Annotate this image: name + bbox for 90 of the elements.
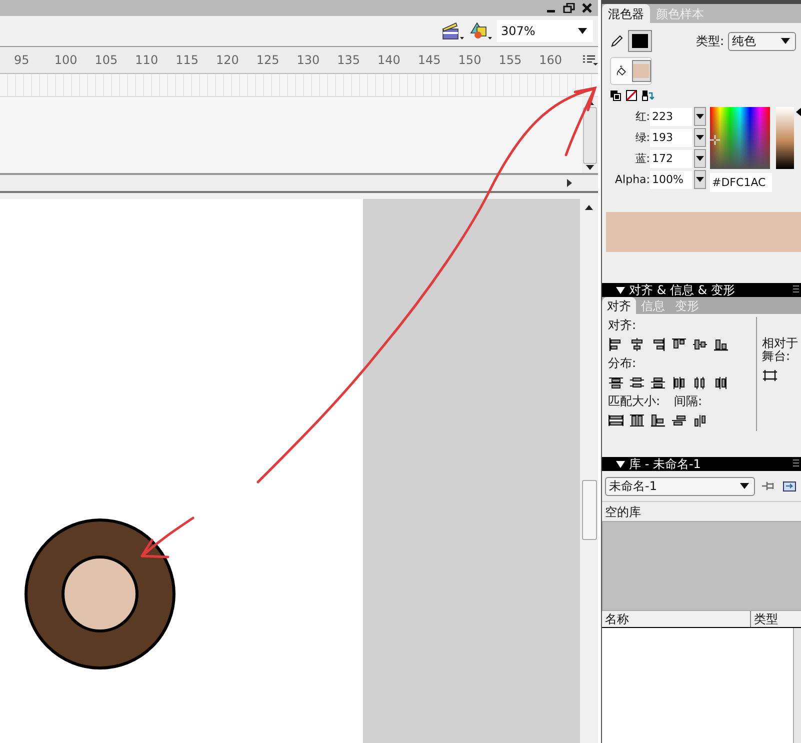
grip-icon[interactable] [792,285,800,295]
value-field[interactable]: 223 [650,108,692,126]
paint-bucket-icon[interactable] [616,64,627,78]
slider-button[interactable] [694,107,706,126]
panel-tab[interactable]: 混色器 [602,4,650,23]
stroke-color-swatch[interactable] [628,30,652,52]
dropdown-arrow-icon[interactable] [696,177,704,182]
align-icon[interactable] [713,338,729,350]
panel-menu-icon[interactable] [582,54,598,66]
spacing-icon[interactable] [671,414,687,426]
distribute-icon[interactable] [671,376,687,388]
color-spectrum[interactable] [710,107,770,169]
panel-header[interactable]: 库 - 未命名-1 [602,457,801,471]
slider-button[interactable] [694,128,706,147]
distribute-icon[interactable] [650,376,666,388]
brightness-bar[interactable] [776,107,794,169]
collapse-icon[interactable] [616,460,625,468]
frame-number: 135 [337,53,362,67]
column-header[interactable]: 类型 [751,611,778,627]
section-label: 分布: [608,355,638,371]
slider-button[interactable] [694,149,706,168]
shapes-icon[interactable] [469,21,493,41]
channel-label: 蓝: [634,151,650,166]
annotation-arrow [140,516,194,558]
panel-tab[interactable]: 对齐 [602,297,636,314]
frame-number: 155 [498,53,523,67]
section-label: 相对于舞台: [762,337,799,363]
channel-label: 红: [634,109,650,124]
frame-number: 150 [458,53,482,67]
value-field[interactable]: 100% [650,170,692,188]
new-library-icon[interactable] [783,479,797,493]
frame-number: 125 [256,53,280,67]
frame-number: 105 [94,53,119,67]
no-color-icon[interactable] [626,90,637,100]
scroll-right-icon[interactable] [567,179,572,187]
zoom-dropdown[interactable]: 307% [497,20,593,42]
frame-number: 130 [296,53,321,67]
scroll-thumb[interactable] [583,106,597,164]
distribute-icon[interactable] [608,376,624,388]
spacing-icon[interactable] [692,414,708,426]
slider-button[interactable] [694,170,706,189]
clapperboard-icon[interactable] [441,21,465,41]
distribute-icon[interactable] [713,376,729,388]
pencil-icon[interactable] [610,34,624,48]
type-dropdown[interactable]: 纯色 [728,32,796,50]
value-field[interactable]: 193 [650,128,692,146]
pointer-icon[interactable] [796,107,801,117]
grip-icon[interactable] [792,459,800,469]
type-label: 类型: [696,32,724,50]
dropdown-arrow-icon[interactable] [696,135,704,140]
frame-number: 115 [176,53,200,67]
column-header[interactable]: 名称 [602,611,751,627]
align-icon[interactable] [671,338,687,350]
channel-label: 绿: [634,130,650,145]
dropdown-arrow-icon[interactable] [781,38,790,44]
restore-icon[interactable] [563,3,575,13]
section-label: 对齐: [608,317,638,333]
close-icon[interactable] [582,3,592,13]
scroll-up-icon[interactable] [585,205,593,210]
match-size-icon[interactable] [629,414,645,426]
frame-number: 110 [135,53,160,67]
panel-header[interactable]: 对齐 & 信息 & 变形 [602,283,801,297]
frame-number: 140 [378,53,402,67]
section-label: 匹配大小: [608,393,660,409]
document-dropdown[interactable]: 未命名-1 [605,476,755,496]
align-icon[interactable] [692,338,708,350]
match-size-icon[interactable] [608,414,624,426]
collapse-icon[interactable] [616,286,625,294]
frame-number: 95 [14,53,30,67]
frame-number: 100 [54,53,78,67]
dropdown-arrow-icon[interactable] [578,28,587,34]
hex-field[interactable]: #DFC1AC [710,173,772,192]
frame-number: 160 [539,53,563,67]
dropdown-arrow-icon[interactable] [696,114,704,119]
distribute-icon[interactable] [629,376,645,388]
channel-label: Alpha: [614,173,650,186]
dropdown-arrow-icon[interactable] [740,483,749,489]
stage-icon[interactable] [762,369,778,382]
default-colors-icon[interactable] [610,90,621,100]
crosshair-icon [710,135,720,145]
frame-number: 145 [418,53,442,67]
dropdown-arrow-icon[interactable] [696,156,704,161]
fill-color-swatch[interactable] [632,60,651,82]
match-size-icon[interactable] [650,414,666,426]
swap-colors-icon[interactable] [642,90,654,100]
value-field[interactable]: 172 [650,150,692,168]
align-icon[interactable] [629,338,645,350]
frame-number: 120 [216,53,240,67]
section-label: 间隔: [674,393,702,409]
scroll-thumb[interactable] [582,480,596,540]
